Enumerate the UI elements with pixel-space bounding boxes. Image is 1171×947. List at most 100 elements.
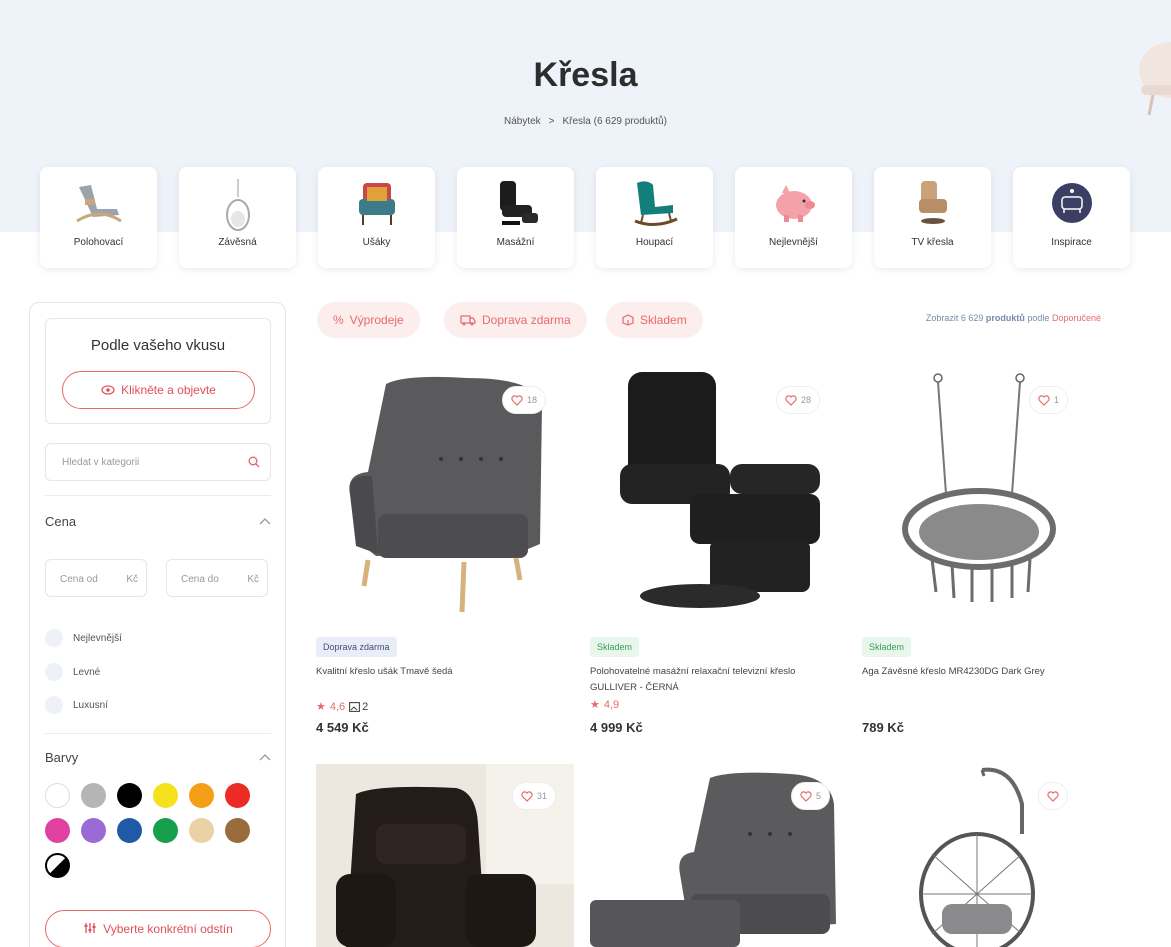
product-price: 789 Kč <box>862 720 904 735</box>
category-tile-tv-kresla[interactable]: TV křesla <box>874 167 991 268</box>
price-to-input[interactable]: Cena do Kč <box>166 559 268 597</box>
heart-icon <box>521 790 533 802</box>
sort-prefix: Zobrazit 6 629 <box>925 313 984 323</box>
product-name[interactable]: Aga Závěsné křeslo MR4230DG Dark Grey <box>862 664 1102 680</box>
category-tile-polohovaci[interactable]: Polohovací <box>40 167 157 268</box>
category-tile-usaky[interactable]: Ušáky <box>318 167 435 268</box>
chip-free-shipping[interactable]: Doprava zdarma <box>444 302 587 338</box>
heart-icon <box>785 394 797 406</box>
product-card[interactable]: 18 Doprava zdarma Kvalitní křeslo ušák T… <box>316 364 574 744</box>
product-card[interactable]: 5 <box>590 764 848 947</box>
category-search-input[interactable]: Hledat v kategorii <box>45 443 271 481</box>
page-title: Křesla <box>533 56 638 94</box>
category-label: Závěsná <box>218 237 257 248</box>
color-swatch[interactable] <box>225 783 250 808</box>
wishlist-button[interactable]: 31 <box>511 782 556 810</box>
radio[interactable] <box>45 629 63 647</box>
price-from-input[interactable]: Cena od Kč <box>45 559 147 597</box>
color-swatch[interactable] <box>117 818 142 843</box>
choose-shade-button[interactable]: Vyberte konkrétní odstín <box>45 910 271 947</box>
search-icon[interactable] <box>248 456 260 468</box>
sort-summary: Zobrazit 6 629 produktů podle Doporučené <box>926 313 1101 323</box>
sort-mid: podle <box>1027 313 1050 323</box>
price-option-luxury[interactable]: Luxusní <box>45 696 108 714</box>
wishlist-button[interactable]: 5 <box>790 782 830 810</box>
category-tile-inspirace[interactable]: Inspirace <box>1013 167 1130 268</box>
product-card[interactable]: 1 Skladem Aga Závěsné křeslo MR4230DG Da… <box>862 364 1120 744</box>
discover-button-label: Klikněte a objevte <box>121 383 216 397</box>
heart-icon <box>1047 790 1059 802</box>
product-card[interactable] <box>862 764 1120 947</box>
eye-icon <box>101 385 115 395</box>
product-image[interactable] <box>862 764 1120 947</box>
chip-sale[interactable]: % Výprodeje <box>317 302 420 338</box>
wishlist-button[interactable]: 1 <box>1028 386 1068 414</box>
chip-in-stock[interactable]: Skladem <box>606 302 703 338</box>
breadcrumb: Nábytek > Křesla (6 629 produktů) <box>0 116 1171 127</box>
product-image[interactable] <box>862 364 1120 614</box>
product-price: 4 549 Kč <box>316 720 369 735</box>
filter-sidebar: Podle vašeho vkusu Klikněte a objevte Hl… <box>29 302 286 947</box>
divider <box>45 495 271 496</box>
sort-bold: produktů <box>985 313 1025 323</box>
price-option-cheapest[interactable]: Nejlevnější <box>45 629 122 647</box>
wishlist-button[interactable]: 28 <box>775 386 820 414</box>
badge-free-shipping: Doprava zdarma <box>316 637 397 657</box>
radio[interactable] <box>45 696 63 714</box>
color-swatch[interactable] <box>45 783 70 808</box>
product-name[interactable]: Kvalitní křeslo ušák Tmavě šedá <box>316 664 556 680</box>
radio[interactable] <box>45 663 63 681</box>
rating-value: 4,9 <box>603 698 620 711</box>
color-swatch[interactable] <box>189 818 214 843</box>
color-swatch[interactable] <box>225 818 250 843</box>
color-swatch[interactable] <box>45 818 70 843</box>
product-rating: ★ 4,9 <box>590 698 620 712</box>
category-tile-houpaci[interactable]: Houpací <box>596 167 713 268</box>
category-tiles: Polohovací Závěsná Ušáky Masážní Houpací… <box>40 167 1130 268</box>
price-option-label: Levné <box>73 666 101 678</box>
product-card[interactable]: 28 Skladem Polohovatelné masážní relaxač… <box>590 364 848 744</box>
product-rating: ★ 4,6 2 <box>316 700 368 714</box>
product-name[interactable]: Polohovatelné masážní relaxační televizn… <box>590 664 830 696</box>
color-swatch[interactable] <box>45 853 70 878</box>
color-swatch[interactable] <box>81 783 106 808</box>
breadcrumb-link-nabytek[interactable]: Nábytek <box>504 116 541 127</box>
product-card[interactable]: 31 <box>316 764 574 947</box>
category-label: Inspirace <box>1051 237 1092 248</box>
wishlist-button[interactable]: 18 <box>501 386 546 414</box>
discover-button[interactable]: Klikněte a objevte <box>62 371 255 409</box>
sort-dropdown[interactable]: Doporučené <box>1052 313 1101 323</box>
chevron-up-icon[interactable] <box>259 517 271 525</box>
choose-shade-label: Vyberte konkrétní odstín <box>103 922 233 936</box>
reclining-chair-icon <box>75 185 122 223</box>
photo-count: 2 <box>349 701 368 713</box>
heart-icon <box>800 790 812 802</box>
product-price: 4 999 Kč <box>590 720 643 735</box>
category-tile-zavesna[interactable]: Závěsná <box>179 167 296 268</box>
color-swatch[interactable] <box>153 818 178 843</box>
price-option-cheap[interactable]: Levné <box>45 663 100 681</box>
wishlist-count: 31 <box>536 791 547 801</box>
price-option-label: Luxusní <box>73 699 109 711</box>
chevron-up-icon[interactable] <box>259 753 271 761</box>
sliders-icon <box>84 923 96 933</box>
colors-section-title: Barvy <box>45 750 79 765</box>
color-swatch[interactable] <box>81 818 106 843</box>
color-swatch[interactable] <box>153 783 178 808</box>
heart-icon <box>511 394 523 406</box>
wingback-chair-icon <box>358 183 395 225</box>
chip-label: Doprava zdarma <box>482 313 571 327</box>
category-label: Nejlevnější <box>769 237 818 248</box>
wishlist-count: 1 <box>1053 395 1059 405</box>
category-tile-masazni[interactable]: Masážní <box>457 167 574 268</box>
category-search-placeholder: Hledat v kategorii <box>62 457 140 468</box>
wishlist-count: 5 <box>815 791 821 801</box>
color-swatch[interactable] <box>117 783 142 808</box>
wishlist-button[interactable] <box>1038 782 1068 810</box>
category-label: Masážní <box>496 237 535 248</box>
photo-count-value: 2 <box>362 700 369 713</box>
color-swatch[interactable] <box>189 783 214 808</box>
category-tile-nejlevnejsi[interactable]: Nejlevnější <box>735 167 852 268</box>
taste-title: Podle vašeho vkusu <box>90 337 226 354</box>
chip-label: Skladem <box>640 313 687 327</box>
